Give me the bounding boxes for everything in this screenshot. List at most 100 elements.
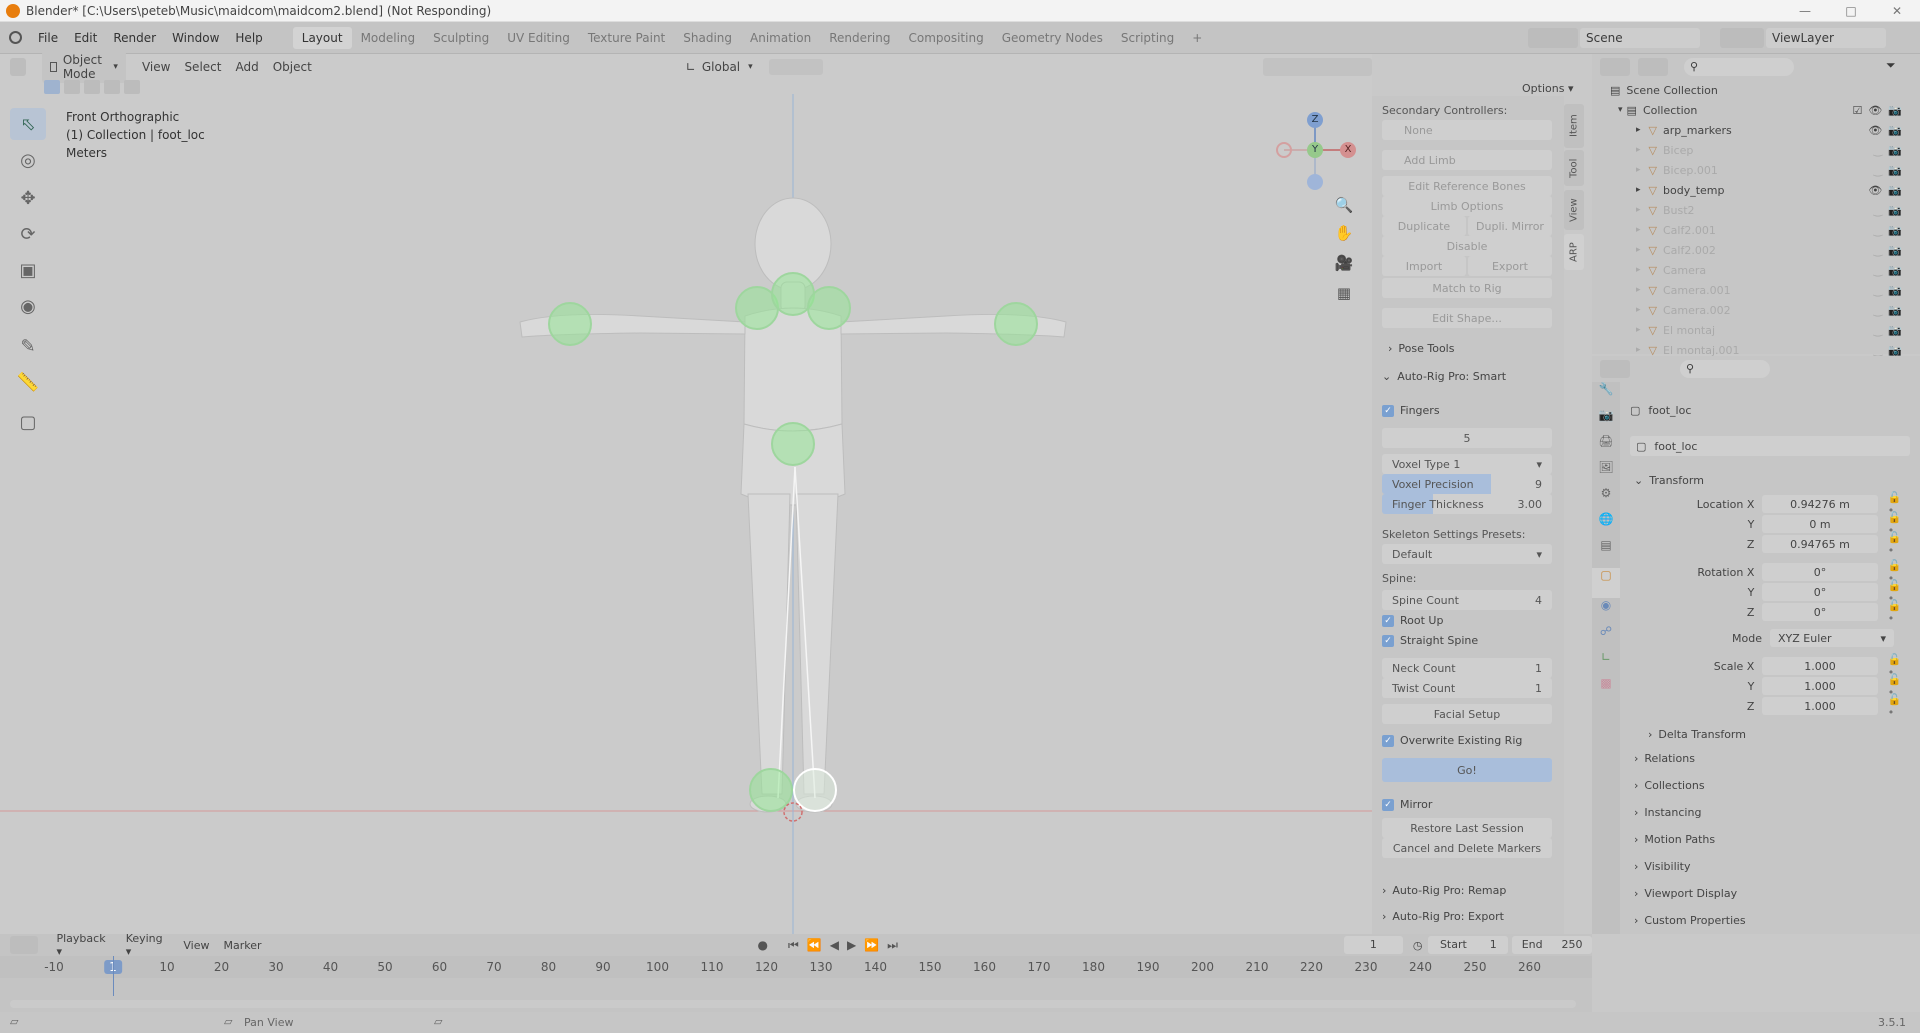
workspace-tab-animation[interactable]: Animation bbox=[741, 27, 820, 49]
viewport-menu-object[interactable]: Object bbox=[267, 58, 318, 76]
viewport-menu-select[interactable]: Select bbox=[178, 58, 227, 76]
pose-tools-section[interactable]: › Pose Tools bbox=[1388, 342, 1454, 355]
playhead[interactable] bbox=[113, 956, 114, 996]
workspace-tab-shading[interactable]: Shading bbox=[674, 27, 741, 49]
outliner-item[interactable]: ▸ ▽ body_temp 👁📷 bbox=[1592, 180, 1920, 200]
workspace-tab-scripting[interactable]: Scripting bbox=[1112, 27, 1183, 49]
visibility-toggle-icon[interactable]: ‿📷 bbox=[1873, 144, 1908, 157]
limb-options-button[interactable]: Limb Options bbox=[1382, 196, 1552, 216]
scene-selector[interactable]: Scene bbox=[1580, 28, 1700, 48]
disable-button[interactable]: Disable bbox=[1382, 236, 1552, 256]
scale-y-field[interactable]: 1.000 bbox=[1762, 677, 1878, 695]
gizmo-neg-z-axis[interactable] bbox=[1307, 174, 1323, 190]
location-y-field[interactable]: 0 m bbox=[1762, 515, 1878, 533]
twist-count-field[interactable]: Twist Count 1 bbox=[1382, 678, 1552, 698]
fingers-count-field[interactable]: 5 bbox=[1382, 428, 1552, 448]
output-tab-icon[interactable]: 🖨 bbox=[1592, 434, 1620, 460]
end-frame-field[interactable]: End 250 bbox=[1512, 936, 1592, 954]
rotate-tool-icon[interactable]: ⟳ bbox=[10, 218, 46, 250]
timeline-menu-marker[interactable]: Marker bbox=[217, 937, 267, 954]
collection-toggles[interactable]: ☑👁📷 bbox=[1852, 104, 1908, 117]
tab-view[interactable]: View bbox=[1564, 190, 1584, 230]
workspace-tab-sculpting[interactable]: Sculpting bbox=[424, 27, 498, 49]
workspace-tab-layout[interactable]: Layout bbox=[292, 26, 352, 49]
start-frame-field[interactable]: Start 1 bbox=[1428, 936, 1509, 954]
viewport-menu-add[interactable]: Add bbox=[229, 58, 264, 76]
chevron-right-icon[interactable]: ▸ bbox=[1636, 265, 1641, 275]
select-intersect-icon[interactable] bbox=[124, 80, 140, 94]
visibility-toggle-icon[interactable]: ‿📷 bbox=[1873, 284, 1908, 297]
edit-reference-bones-button[interactable]: Edit Reference Bones bbox=[1382, 176, 1552, 196]
viewlayer-selector[interactable]: ViewLayer bbox=[1766, 28, 1886, 48]
tab-arp[interactable]: ARP bbox=[1564, 234, 1584, 270]
chevron-right-icon[interactable]: ▸ bbox=[1636, 285, 1641, 295]
straight-spine-checkbox[interactable]: ✓ Straight Spine bbox=[1382, 634, 1478, 647]
add-workspace-button[interactable]: + bbox=[1183, 27, 1211, 49]
move-tool-icon[interactable]: ✥ bbox=[10, 182, 46, 214]
properties-section-instancing[interactable]: › Instancing bbox=[1634, 802, 1904, 822]
workspace-tab-texture-paint[interactable]: Texture Paint bbox=[579, 27, 674, 49]
chevron-right-icon[interactable]: ▸ bbox=[1636, 125, 1641, 135]
view-layer-tab-icon[interactable]: 🖼 bbox=[1592, 460, 1620, 486]
object-data-tab-icon[interactable]: ∟ bbox=[1592, 650, 1620, 676]
add-limb-button[interactable]: Add Limb bbox=[1382, 150, 1552, 170]
properties-search-input[interactable]: ⚲ bbox=[1680, 360, 1770, 378]
measure-tool-icon[interactable]: 📏 bbox=[10, 366, 46, 398]
datablock-name-field[interactable]: ▢ foot_loc bbox=[1630, 436, 1910, 456]
outliner-item[interactable]: ▸ ▽ Bust2 ‿📷 bbox=[1592, 200, 1920, 220]
rotation-mode-select[interactable]: XYZ Euler ▾ bbox=[1770, 629, 1894, 647]
tab-tool[interactable]: Tool bbox=[1564, 150, 1584, 186]
physics-tab-icon[interactable]: ◉ bbox=[1592, 598, 1620, 624]
menu-window[interactable]: Window bbox=[164, 31, 227, 45]
root-up-checkbox[interactable]: ✓ Root Up bbox=[1382, 614, 1443, 627]
scale-tool-icon[interactable]: ▣ bbox=[10, 254, 46, 286]
edit-shape-button[interactable]: Edit Shape... bbox=[1382, 308, 1552, 328]
secondary-controllers-select[interactable]: None bbox=[1382, 120, 1552, 140]
import-button[interactable]: Import bbox=[1382, 256, 1466, 276]
workspace-tab-modeling[interactable]: Modeling bbox=[352, 27, 425, 49]
properties-section-viewport-display[interactable]: › Viewport Display bbox=[1634, 883, 1904, 903]
properties-section-collections[interactable]: › Collections bbox=[1634, 775, 1904, 795]
play-reverse-icon[interactable]: ◀ bbox=[830, 938, 839, 953]
object-tab-icon[interactable]: ▢ bbox=[1592, 568, 1620, 598]
grid-toggle-icon[interactable]: ▦ bbox=[1332, 284, 1356, 308]
restore-last-session-button[interactable]: Restore Last Session bbox=[1382, 818, 1552, 838]
properties-section-motion-paths[interactable]: › Motion Paths bbox=[1634, 829, 1904, 849]
menu-file[interactable]: File bbox=[30, 31, 66, 45]
properties-section-relations[interactable]: › Relations bbox=[1634, 748, 1904, 768]
outliner-item[interactable]: ▸ ▽ Camera.002 ‿📷 bbox=[1592, 300, 1920, 320]
gizmo-z-axis[interactable]: Z bbox=[1307, 112, 1323, 128]
export-section-header[interactable]: › Auto-Rig Pro: Export bbox=[1382, 910, 1504, 923]
export-button[interactable]: Export bbox=[1468, 256, 1552, 276]
jump-start-icon[interactable]: ⏮ bbox=[788, 938, 799, 953]
neck-count-field[interactable]: Neck Count 1 bbox=[1382, 658, 1552, 678]
visibility-toggle-icon[interactable]: 👁📷 bbox=[1868, 184, 1908, 197]
voxel-type-select[interactable]: Voxel Type 1 ▾ bbox=[1382, 454, 1552, 474]
visibility-toggle-icon[interactable]: ‿📷 bbox=[1873, 204, 1908, 217]
camera-view-icon[interactable]: 🎥 bbox=[1332, 254, 1356, 278]
prev-keyframe-icon[interactable]: ⏪ bbox=[807, 938, 822, 953]
rotation-y-field[interactable]: 0° bbox=[1762, 583, 1878, 601]
outliner-item[interactable]: ▸ ▽ arp_markers 👁📷 bbox=[1592, 120, 1920, 140]
chevron-right-icon[interactable]: ▸ bbox=[1636, 205, 1641, 215]
scene-tab-icon[interactable]: ⚙ bbox=[1592, 486, 1620, 512]
chevron-right-icon[interactable]: ▸ bbox=[1636, 245, 1641, 255]
cancel-delete-markers-button[interactable]: Cancel and Delete Markers bbox=[1382, 838, 1552, 858]
spine-count-field[interactable]: Spine Count 4 bbox=[1382, 590, 1552, 610]
outliner-item[interactable]: ▸ ▽ Calf2.002 ‿📷 bbox=[1592, 240, 1920, 260]
overlay-shading-controls[interactable] bbox=[1263, 58, 1372, 76]
menu-edit[interactable]: Edit bbox=[66, 31, 105, 45]
annotate-tool-icon[interactable]: ✎ bbox=[10, 330, 46, 362]
lock-icon[interactable]: 🔓• bbox=[1888, 531, 1920, 557]
chevron-right-icon[interactable]: ▸ bbox=[1636, 345, 1641, 355]
transform-tool-icon[interactable]: ◉ bbox=[10, 290, 46, 322]
chevron-right-icon[interactable]: ▸ bbox=[1636, 185, 1641, 195]
options-dropdown[interactable]: Options ▾ bbox=[1516, 80, 1579, 97]
timeline-editor-type-icon[interactable] bbox=[10, 936, 39, 954]
delta-transform-subpanel[interactable]: › Delta Transform bbox=[1648, 724, 1746, 744]
maximize-button[interactable]: □ bbox=[1828, 0, 1874, 22]
visibility-toggle-icon[interactable]: 👁📷 bbox=[1868, 124, 1908, 137]
outliner-scene-collection[interactable]: ▤ Scene Collection bbox=[1592, 80, 1920, 100]
fingers-checkbox[interactable]: ✓ Fingers bbox=[1382, 404, 1440, 417]
world-tab-icon[interactable]: 🌐 bbox=[1592, 512, 1620, 538]
